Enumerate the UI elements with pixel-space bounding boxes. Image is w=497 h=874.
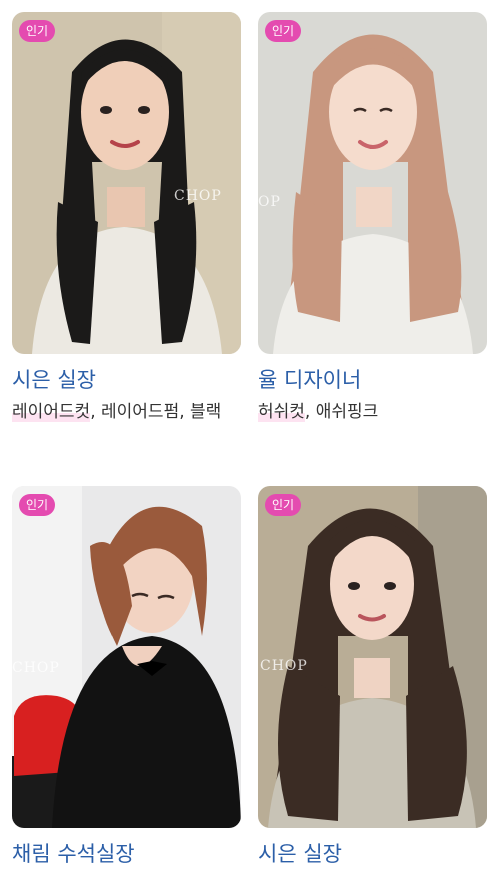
- salon-watermark: CHOP: [174, 188, 222, 204]
- stylist-card[interactable]: 인기 CHOP 시은 실장 레이어드컷, 레이어드펌, 블랙: [12, 12, 241, 425]
- stylist-card[interactable]: 인기 CHOP 시은 실장: [258, 486, 487, 874]
- stylist-name[interactable]: 시은 실장: [258, 839, 487, 869]
- stylist-card[interactable]: 인기 CHOP 채림 수석실장: [12, 486, 241, 874]
- stylist-photo[interactable]: 인기 CHOP: [258, 486, 487, 828]
- salon-watermark: CHOP: [12, 660, 60, 676]
- tag-rest: , 애쉬핑크: [304, 402, 379, 422]
- tag-highlight: 허쉬컷: [258, 402, 305, 422]
- stylist-name[interactable]: 채림 수석실장: [12, 839, 241, 869]
- portrait-image: [258, 486, 487, 828]
- salon-watermark: CHOP: [260, 658, 308, 674]
- stylist-card[interactable]: 인기 OP 율 디자이너 허쉬컷, 애쉬핑크: [258, 12, 487, 425]
- portrait-image: [12, 12, 241, 354]
- stylist-grid: 인기 CHOP 시은 실장 레이어드컷, 레이어드펌, 블랙 인기 OP 율 디…: [0, 0, 497, 871]
- tag-rest: , 레이어드펌, 블랙: [90, 402, 222, 422]
- stylist-name[interactable]: 시은 실장: [12, 365, 241, 395]
- tag-highlight: 레이어드컷: [12, 402, 91, 422]
- style-tags: 허쉬컷, 애쉬핑크: [258, 400, 487, 425]
- popular-badge: 인기: [265, 494, 302, 516]
- stylist-photo[interactable]: 인기 OP: [258, 12, 487, 354]
- popular-badge: 인기: [265, 20, 302, 42]
- portrait-image: [258, 12, 487, 354]
- style-tags: 레이어드컷, 레이어드펌, 블랙: [12, 400, 241, 425]
- popular-badge: 인기: [19, 20, 56, 42]
- salon-watermark: OP: [258, 194, 281, 210]
- stylist-name[interactable]: 율 디자이너: [258, 365, 487, 395]
- stylist-photo[interactable]: 인기 CHOP: [12, 486, 241, 828]
- portrait-image: [12, 486, 241, 828]
- popular-badge: 인기: [19, 494, 56, 516]
- stylist-photo[interactable]: 인기 CHOP: [12, 12, 241, 354]
